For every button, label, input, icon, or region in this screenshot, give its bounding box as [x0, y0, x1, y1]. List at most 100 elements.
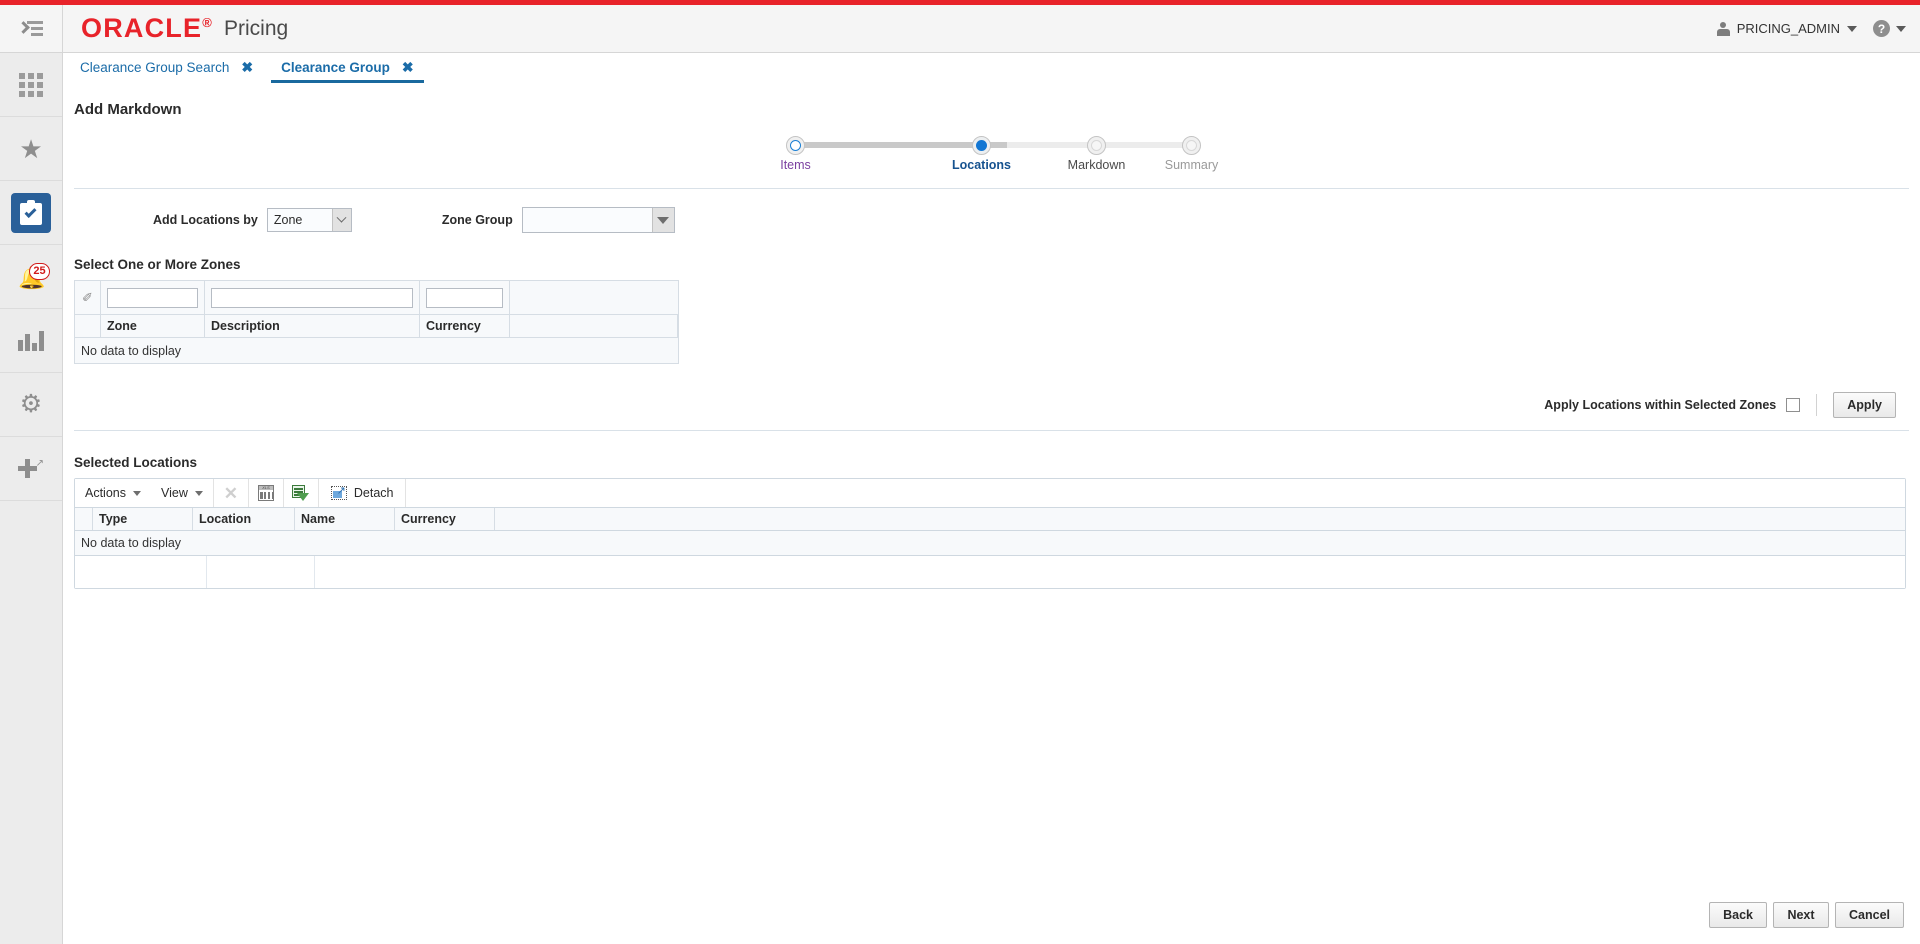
sidebar-item-apps[interactable]	[0, 53, 62, 117]
oracle-logo: ORACLE®	[81, 15, 213, 42]
query-by-example-icon[interactable]: ✐	[75, 281, 101, 314]
sidebar-item-settings[interactable]: ⚙	[0, 373, 62, 437]
zones-table: ✐ Zone Description Currency No data	[74, 280, 679, 364]
back-button[interactable]: Back	[1709, 902, 1767, 928]
train-node-locations[interactable]	[972, 136, 991, 155]
chevron-down-icon	[133, 491, 141, 496]
add-locations-by-field: Add Locations by Zone	[153, 208, 352, 232]
apply-locations-label: Apply Locations within Selected Zones	[1544, 398, 1776, 412]
detach-button[interactable]: ↗ Detach	[319, 479, 406, 507]
close-icon: ✕	[224, 485, 238, 502]
main-content: Clearance Group Search ✖ Clearance Group…	[63, 53, 1920, 944]
selected-locations-panel: Actions View ✕ XLS	[74, 478, 1906, 589]
train-node-items[interactable]	[786, 136, 805, 155]
next-button[interactable]: Next	[1773, 902, 1829, 928]
column-name[interactable]: Name	[295, 508, 395, 530]
train-label-markdown: Markdown	[1068, 158, 1126, 172]
tab-clearance-group[interactable]: Clearance Group ✖	[267, 59, 428, 83]
selected-locations-no-data: No data to display	[75, 531, 1905, 556]
add-locations-by-select[interactable]: Zone	[267, 208, 352, 232]
global-header: ORACLE® Pricing PRICING_ADMIN ?	[0, 5, 1920, 53]
column-type[interactable]: Type	[93, 508, 193, 530]
help-icon[interactable]: ?	[1873, 20, 1890, 37]
gear-icon: ⚙	[20, 392, 42, 417]
detach-icon: ↗	[331, 486, 347, 500]
export-to-excel-button[interactable]: XLS	[249, 479, 283, 507]
zone-group-input[interactable]	[523, 208, 653, 232]
hamburger-icon	[19, 20, 43, 38]
close-icon[interactable]: ✖	[241, 59, 253, 76]
cancel-button[interactable]: Cancel	[1835, 902, 1904, 928]
sidebar-item-tasks[interactable]	[0, 181, 62, 245]
train-label-items: Items	[780, 158, 811, 172]
user-menu[interactable]: PRICING_ADMIN	[1717, 21, 1857, 36]
apply-row: Apply Locations within Selected Zones Ap…	[63, 392, 1896, 418]
selected-locations-header-row: Type Location Name Currency	[75, 508, 1905, 531]
zone-group-lov[interactable]	[522, 207, 675, 233]
chevron-down-icon[interactable]	[332, 209, 351, 231]
zone-group-field: Zone Group	[442, 207, 675, 233]
zone-group-label: Zone Group	[442, 213, 513, 227]
description-filter-input[interactable]	[211, 288, 413, 308]
view-label: View	[161, 486, 188, 500]
train-node-markdown[interactable]	[1087, 136, 1106, 155]
notification-badge: 25	[29, 263, 50, 280]
sidebar-toggle-button[interactable]	[0, 5, 63, 52]
apply-button[interactable]: Apply	[1833, 392, 1896, 418]
column-currency[interactable]: Currency	[395, 508, 495, 530]
spreadsheet-icon: XLS	[258, 485, 274, 501]
divider	[74, 430, 1909, 431]
sidebar-item-favorites[interactable]: ★	[0, 117, 62, 181]
tab-label: Clearance Group	[281, 60, 390, 75]
actions-menu[interactable]: Actions	[75, 479, 151, 507]
zones-column-currency[interactable]: Currency	[420, 315, 510, 337]
row-select-header	[75, 508, 93, 530]
selected-locations-toolbar: Actions View ✕ XLS	[75, 479, 1905, 508]
icon-sidebar: ★ 🔔 25 ⚙ ↗	[0, 53, 63, 944]
star-icon: ★	[19, 136, 42, 162]
tab-clearance-group-search[interactable]: Clearance Group Search ✖	[66, 59, 267, 83]
footer-actions: Back Next Cancel	[1709, 902, 1904, 928]
tab-strip: Clearance Group Search ✖ Clearance Group…	[63, 53, 1920, 83]
tab-label: Clearance Group Search	[80, 60, 229, 75]
column-location[interactable]: Location	[193, 508, 295, 530]
delete-button[interactable]: ✕	[214, 479, 248, 507]
filter-icon	[292, 485, 309, 501]
plus-icon: ↗	[18, 458, 44, 480]
chevron-down-icon	[195, 491, 203, 496]
selected-locations-title: Selected Locations	[74, 455, 1920, 470]
add-locations-by-label: Add Locations by	[153, 213, 258, 227]
sidebar-item-create[interactable]: ↗	[0, 437, 62, 501]
train-node-summary[interactable]	[1182, 136, 1201, 155]
view-menu[interactable]: View	[151, 479, 213, 507]
actions-label: Actions	[85, 486, 126, 500]
dropdown-arrow-icon[interactable]	[652, 208, 673, 232]
detach-label: Detach	[354, 486, 394, 500]
location-criteria-form: Add Locations by Zone Zone Group	[63, 189, 1920, 233]
zones-column-description[interactable]: Description	[205, 315, 420, 337]
apply-locations-checkbox[interactable]	[1786, 398, 1800, 412]
zone-filter-input[interactable]	[107, 288, 198, 308]
bar-chart-icon	[18, 331, 44, 351]
query-by-example-button[interactable]	[284, 479, 318, 507]
zones-filter-row: ✐	[75, 281, 678, 314]
zones-header-row: Zone Description Currency	[75, 314, 678, 337]
user-icon	[1717, 22, 1730, 36]
wizard-train: Items Locations Markdown Summary	[63, 132, 1920, 176]
zones-column-zone[interactable]: Zone	[101, 315, 205, 337]
grid-icon	[19, 73, 43, 97]
body: ★ 🔔 25 ⚙ ↗	[0, 53, 1920, 944]
app-name: Pricing	[224, 17, 288, 41]
zones-section-title: Select One or More Zones	[74, 257, 1920, 272]
sidebar-item-reports[interactable]	[0, 309, 62, 373]
zones-header-spacer	[75, 315, 101, 337]
brand: ORACLE® Pricing	[63, 15, 288, 42]
bell-icon: 🔔 25	[16, 263, 46, 291]
header-right: PRICING_ADMIN ?	[1717, 5, 1906, 52]
currency-filter-input[interactable]	[426, 288, 503, 308]
help-chevron-down-icon[interactable]	[1896, 26, 1906, 32]
sidebar-item-notifications[interactable]: 🔔 25	[0, 245, 62, 309]
close-icon[interactable]: ✖	[402, 59, 414, 76]
divider	[1816, 394, 1817, 416]
page-title: Add Markdown	[63, 83, 1920, 118]
